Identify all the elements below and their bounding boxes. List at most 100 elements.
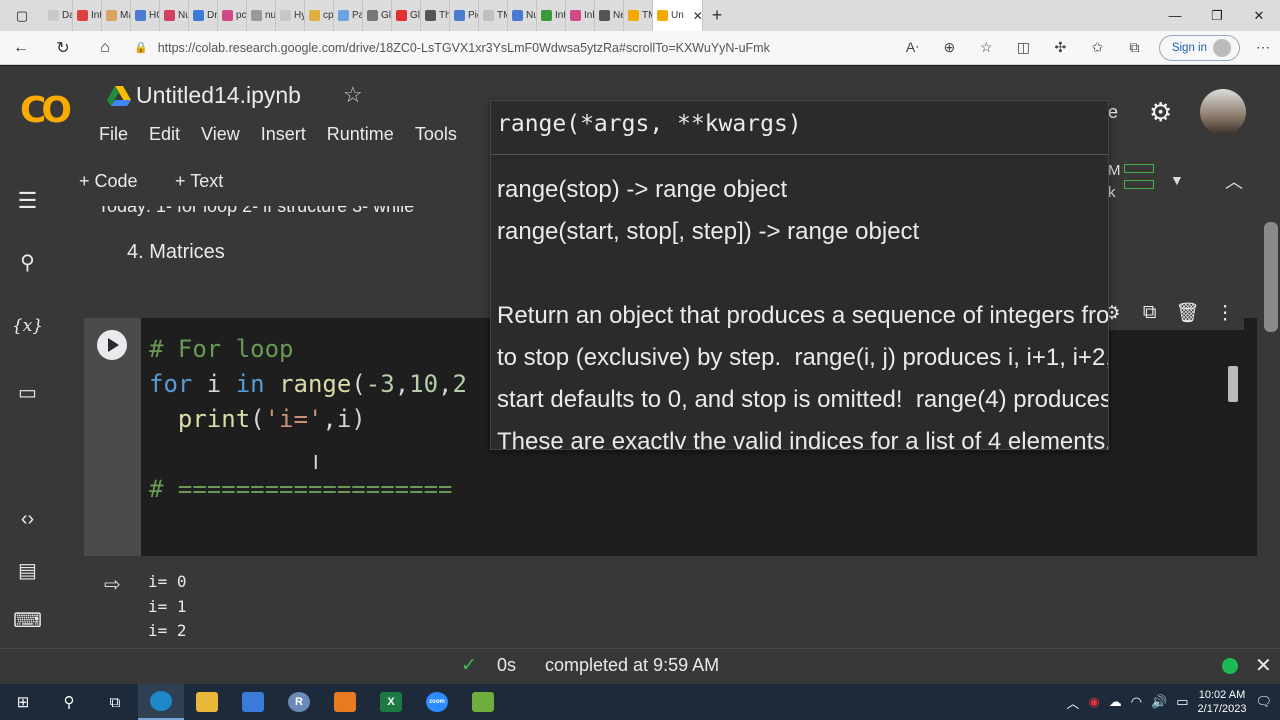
- browser-tab[interactable]: Int: [537, 0, 566, 31]
- page-scrollbar[interactable]: [1264, 222, 1278, 332]
- favorite-add-icon[interactable]: ☆: [968, 39, 1005, 56]
- star-icon[interactable]: ☆: [343, 82, 363, 108]
- browser-tab[interactable]: Dr: [189, 0, 218, 31]
- browser-tab[interactable]: Nu: [160, 0, 189, 31]
- menu-view[interactable]: View: [201, 124, 240, 145]
- browser-tab[interactable]: Inl: [566, 0, 595, 31]
- browser-tab[interactable]: pc: [218, 0, 247, 31]
- browser-tab[interactable]: Pic: [450, 0, 479, 31]
- browser-tab[interactable]: Ma: [102, 0, 131, 31]
- back-icon[interactable]: ←: [0, 39, 42, 57]
- code-editor[interactable]: # For loop for i in range(-3,10,2 print(…: [149, 332, 467, 507]
- excel-icon[interactable]: X: [368, 684, 414, 720]
- chevron-up-tray-icon[interactable]: ︿: [1066, 693, 1079, 712]
- search-icon[interactable]: ⚲: [0, 250, 55, 275]
- folder-icon[interactable]: ▭: [0, 380, 55, 405]
- toc-icon[interactable]: ☰: [0, 188, 55, 214]
- volume-icon[interactable]: 🔊: [1151, 694, 1167, 710]
- cloud-icon[interactable]: ☁: [1109, 694, 1122, 710]
- tab-actions-icon[interactable]: ▢: [0, 0, 44, 31]
- close-icon[interactable]: ✕: [1255, 653, 1272, 678]
- code-snippets-icon[interactable]: ‹›: [0, 508, 55, 531]
- antivirus-icon[interactable]: ◉: [1088, 694, 1099, 710]
- add-text-button[interactable]: + Text: [175, 171, 223, 192]
- close-tab-icon[interactable]: ✕: [693, 9, 702, 23]
- notifications-icon[interactable]: 🗨: [1255, 694, 1272, 710]
- menu-file[interactable]: File: [99, 124, 128, 145]
- network-icon[interactable]: ▭: [1176, 694, 1188, 710]
- menu-tools[interactable]: Tools: [415, 124, 457, 145]
- add-code-label: Code: [94, 171, 138, 191]
- code-line-5: # ===================: [149, 475, 453, 503]
- collections-icon[interactable]: ⧉: [1116, 39, 1153, 56]
- menu-edit[interactable]: Edit: [149, 124, 180, 145]
- variables-icon[interactable]: {x}: [0, 316, 55, 336]
- browser-tab[interactable]: Gl: [363, 0, 392, 31]
- browser-tab[interactable]: Th: [421, 0, 450, 31]
- store-icon[interactable]: [230, 684, 276, 720]
- close-window-icon[interactable]: ✕: [1238, 8, 1280, 24]
- new-tab-button[interactable]: +: [703, 5, 731, 26]
- menu-runtime[interactable]: Runtime: [327, 124, 394, 145]
- command-palette-icon[interactable]: ▤: [0, 558, 55, 583]
- clock[interactable]: 10:02 AM 2/17/2023: [1198, 688, 1247, 716]
- browser-tab[interactable]: Pa: [334, 0, 363, 31]
- notepad-icon[interactable]: [460, 684, 506, 720]
- minimize-icon[interactable]: —: [1154, 8, 1196, 24]
- text-cell-matrices[interactable]: 4. Matrices: [127, 241, 225, 264]
- browser-tab[interactable]: cp: [305, 0, 334, 31]
- restore-icon[interactable]: ❐: [1196, 8, 1238, 24]
- search-taskbar-icon[interactable]: ⚲: [46, 684, 92, 720]
- r-app-icon[interactable]: R: [276, 684, 322, 720]
- gear-icon[interactable]: ⚙: [1149, 97, 1172, 128]
- home-icon[interactable]: ⌂: [84, 39, 126, 57]
- editor-scrollbar[interactable]: [1228, 366, 1238, 402]
- edge-icon[interactable]: [138, 684, 184, 720]
- chevron-down-icon[interactable]: ▼: [1170, 172, 1184, 188]
- avatar[interactable]: [1200, 89, 1246, 135]
- puzzle-icon[interactable]: ✣: [1042, 39, 1079, 56]
- ram-disk-indicator[interactable]: Mk: [1108, 160, 1121, 204]
- tab-favicon-icon: [135, 10, 146, 21]
- browser-tab[interactable]: Ne: [595, 0, 624, 31]
- more-icon[interactable]: ⋯: [1246, 39, 1280, 56]
- start-icon[interactable]: ⊞: [0, 684, 46, 720]
- tooltip-docstring: range(stop) -> range object range(start,…: [497, 176, 1109, 450]
- browser-tab[interactable]: TM: [479, 0, 508, 31]
- chevron-up-icon[interactable]: ︿: [1225, 168, 1243, 194]
- browser-tab[interactable]: Hy: [276, 0, 305, 31]
- zoom-icon[interactable]: ⊕: [931, 39, 968, 56]
- browser-tab[interactable]: Nu: [508, 0, 537, 31]
- file-explorer-icon[interactable]: [184, 684, 230, 720]
- share-button-partial[interactable]: e: [1108, 102, 1118, 123]
- refresh-icon[interactable]: ↻: [42, 38, 84, 58]
- more-vert-icon[interactable]: ⋮: [1206, 302, 1244, 325]
- terminal-icon[interactable]: ⌨: [0, 608, 55, 633]
- add-text-label: Text: [190, 171, 224, 191]
- zoom-app-icon[interactable]: zoom: [414, 684, 460, 720]
- browser-tab[interactable]: nu: [247, 0, 276, 31]
- menu-insert[interactable]: Insert: [261, 124, 306, 145]
- browser-tab[interactable]: HC: [131, 0, 160, 31]
- add-code-button[interactable]: + Code: [79, 171, 138, 192]
- run-cell-button[interactable]: [97, 330, 127, 360]
- output-icon[interactable]: ⇨: [104, 572, 121, 597]
- delete-icon[interactable]: 🗑: [1169, 301, 1207, 325]
- notebook-title[interactable]: Untitled14.ipynb: [136, 82, 301, 109]
- wifi-icon[interactable]: ◠: [1131, 694, 1142, 710]
- mirror-cell-icon[interactable]: ⧉: [1131, 302, 1169, 324]
- browser-tab[interactable]: Gl: [392, 0, 421, 31]
- task-view-icon[interactable]: ⧉: [92, 684, 138, 720]
- tab-active[interactable]: Un ✕: [653, 0, 703, 31]
- extension-icon[interactable]: ◫: [1005, 39, 1042, 56]
- read-aloud-icon[interactable]: Aᐧ: [894, 39, 931, 56]
- ram-bar: [1124, 164, 1154, 173]
- favorites-icon[interactable]: ✩: [1079, 39, 1116, 56]
- browser-tab[interactable]: Da: [44, 0, 73, 31]
- browser-tab[interactable]: TM: [624, 0, 653, 31]
- url-field[interactable]: 🔒 https://colab.research.google.com/driv…: [134, 35, 834, 61]
- browser-tab[interactable]: Int: [73, 0, 102, 31]
- sign-in-button[interactable]: Sign in: [1158, 34, 1240, 61]
- tab-label: Th: [439, 10, 450, 21]
- snagit-icon[interactable]: [322, 684, 368, 720]
